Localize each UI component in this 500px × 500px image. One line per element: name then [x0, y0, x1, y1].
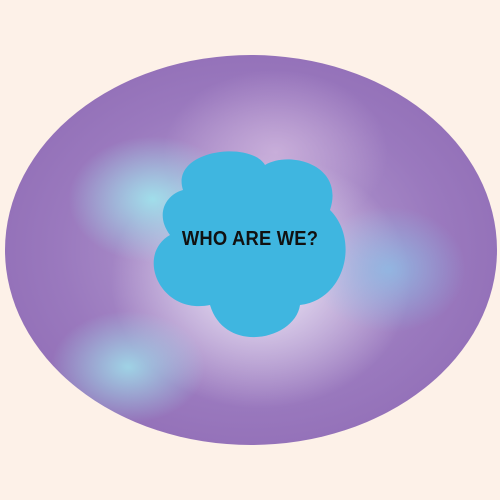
headline-text: WHO ARE WE? — [181, 228, 319, 250]
canvas: WHO ARE WE? — [0, 0, 500, 500]
